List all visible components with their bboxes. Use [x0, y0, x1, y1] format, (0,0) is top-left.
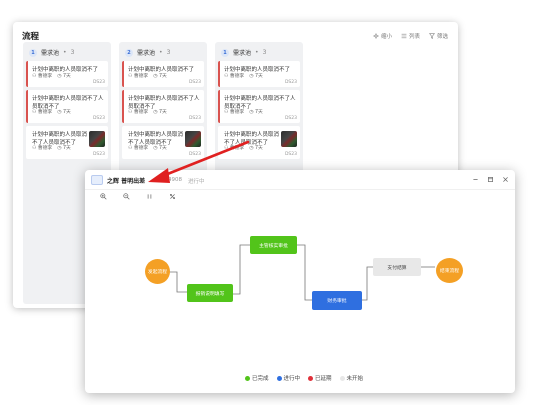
- assignee: ⚇ 曹德李: [32, 74, 53, 79]
- kanban-title: 流程: [22, 32, 40, 42]
- card-code: DS23: [92, 80, 105, 85]
- flow-node-fill[interactable]: 报销说明填写: [187, 284, 233, 302]
- card-thumbnail: [185, 131, 201, 147]
- column-number: 2: [125, 48, 133, 57]
- legend-dot: [276, 375, 282, 381]
- column-count: 3: [70, 49, 75, 56]
- connector-finance-pay: [362, 266, 373, 301]
- duration: ◷ 7天: [153, 146, 167, 151]
- assignee: ⚇ 曹德李: [128, 146, 149, 151]
- card-code: DS23: [92, 152, 105, 157]
- connector-fill-supervisor: [233, 244, 250, 295]
- column-header: 1 需求池 • 3: [221, 48, 266, 57]
- column-header: 1 需求池 • 3: [29, 48, 74, 57]
- flow-node-pay[interactable]: 支付结算: [373, 258, 421, 276]
- assignee: ⚇ 曹德李: [128, 110, 149, 115]
- flow-node-supervisor[interactable]: 主管核实审批: [250, 236, 297, 254]
- duration: ◷ 7天: [57, 146, 71, 151]
- card-code: DS23: [92, 116, 105, 121]
- flow-node-start[interactable]: 发起流程: [145, 259, 170, 284]
- column-header: 2 需求池 • 3: [125, 48, 170, 57]
- card-meta: ⚇ 曹德李 ◷ 7天: [32, 72, 71, 79]
- card-meta: ⚇ 曹德李 ◷ 7天: [128, 72, 167, 79]
- duration: ◷ 7天: [249, 110, 263, 115]
- legend-item-in-progress: 进行中: [276, 374, 300, 382]
- list-label: 列表: [408, 34, 420, 40]
- assignee: ⚇ 曹德李: [32, 110, 53, 115]
- column-count: 3: [262, 49, 267, 56]
- filter-icon: [428, 33, 435, 39]
- legend-item-not-started: 未开始: [339, 374, 363, 382]
- duration: ◷ 7天: [57, 110, 71, 115]
- duration: ◷ 7天: [153, 110, 167, 115]
- duration: ◷ 7天: [249, 146, 263, 151]
- assignee: ⚇ 曹德李: [128, 74, 149, 79]
- shrink-label: 缩小: [380, 34, 392, 40]
- flow-node-finance[interactable]: 财务审批: [312, 291, 362, 310]
- card-meta: ⚇ 曹德李 ◷ 7天: [128, 108, 167, 115]
- card-meta: ⚇ 曹德李 ◷ 7天: [224, 108, 263, 115]
- shrink-button[interactable]: 缩小: [373, 32, 392, 40]
- card-code: DS23: [188, 152, 201, 157]
- card-meta: ⚇ 曹德李 ◷ 7天: [224, 72, 263, 79]
- column-name: 需求池: [233, 50, 252, 57]
- shrink-icon: [373, 33, 379, 39]
- legend-item-delayed: 已延期: [308, 374, 332, 382]
- filter-button[interactable]: 筛选: [428, 32, 448, 40]
- list-button[interactable]: 列表: [401, 32, 420, 40]
- card-code: DS23: [284, 116, 297, 121]
- duration: ◷ 7天: [57, 74, 71, 79]
- card-meta: ⚇ 曹德李 ◷ 7天: [32, 108, 71, 115]
- column-count-dot: •: [255, 49, 259, 56]
- kanban-toolbar: 缩小 列表 筛选: [373, 32, 448, 40]
- card-thumbnail: [281, 131, 297, 147]
- card-meta: ⚇ 曹德李 ◷ 7天: [224, 144, 263, 151]
- task-card[interactable]: 计划中离职的人员取消不了人员取消不了 ⚇ 曹德李 ◷ 7天 DS23: [26, 126, 108, 159]
- card-code: DS23: [284, 80, 297, 85]
- task-card[interactable]: 计划中离职的人员取消不了人员取消不了 ⚇ 曹德李 ◷ 7天 DS23: [122, 126, 204, 159]
- duration: ◷ 7天: [153, 74, 167, 79]
- column-number: 1: [29, 48, 37, 57]
- card-code: DS23: [188, 80, 201, 85]
- assignee: ⚇ 曹德李: [224, 110, 245, 115]
- task-card[interactable]: 计划中离职的人员取消不了人员取消不了 ⚇ 曹德李 ◷ 7天 DS23: [218, 90, 300, 123]
- legend-dot: [308, 375, 314, 381]
- column-count: 3: [166, 49, 171, 56]
- assignee: ⚇ 曹德李: [224, 74, 245, 79]
- task-card[interactable]: 计划中离职的人员取消不了 ⚇ 曹德李 ◷ 7天 DS23: [26, 61, 108, 87]
- assignee: ⚇ 曹德李: [32, 146, 53, 151]
- legend-dot: [245, 375, 250, 381]
- legend-dot: [339, 375, 345, 381]
- connector-supervisor-finance: [297, 244, 312, 301]
- flow-window: 之辉 普明出差 4908 进行中 发起流程 报销说明填写 主管核实审批 财务审批…: [85, 170, 515, 393]
- legend-item-completed: 已完成: [245, 374, 269, 382]
- column-number: 1: [221, 48, 229, 57]
- card-meta: ⚇ 曹德李 ◷ 7天: [32, 144, 71, 151]
- column-name: 需求池: [41, 50, 60, 57]
- task-card[interactable]: 计划中离职的人员取消不了人员取消不了 ⚇ 曹德李 ◷ 7天 DS23: [218, 126, 300, 159]
- card-code: DS23: [188, 116, 201, 121]
- task-card[interactable]: 计划中离职的人员取消不了 ⚇ 曹德李 ◷ 7天 DS23: [122, 61, 204, 87]
- card-meta: ⚇ 曹德李 ◷ 7天: [128, 144, 167, 151]
- task-card[interactable]: 计划中离职的人员取消不了人员取消不了 ⚇ 曹德李 ◷ 7天 DS23: [122, 90, 204, 123]
- card-code: DS23: [284, 152, 297, 157]
- column-count-dot: •: [63, 49, 67, 56]
- task-card[interactable]: 计划中离职的人员取消不了 ⚇ 曹德李 ◷ 7天 DS23: [218, 61, 300, 87]
- column-name: 需求池: [137, 50, 156, 57]
- list-icon: [401, 33, 407, 39]
- flow-node-end[interactable]: 结束流程: [436, 258, 463, 283]
- duration: ◷ 7天: [249, 74, 263, 79]
- status-legend: 已完成 进行中 已延期 未开始: [245, 374, 363, 382]
- column-count-dot: •: [159, 49, 163, 56]
- assignee: ⚇ 曹德李: [224, 146, 245, 151]
- filter-label: 筛选: [436, 34, 448, 40]
- task-card[interactable]: 计划中离职的人员取消不了人员取消不了 ⚇ 曹德李 ◷ 7天 DS23: [26, 90, 108, 123]
- card-thumbnail: [89, 131, 105, 147]
